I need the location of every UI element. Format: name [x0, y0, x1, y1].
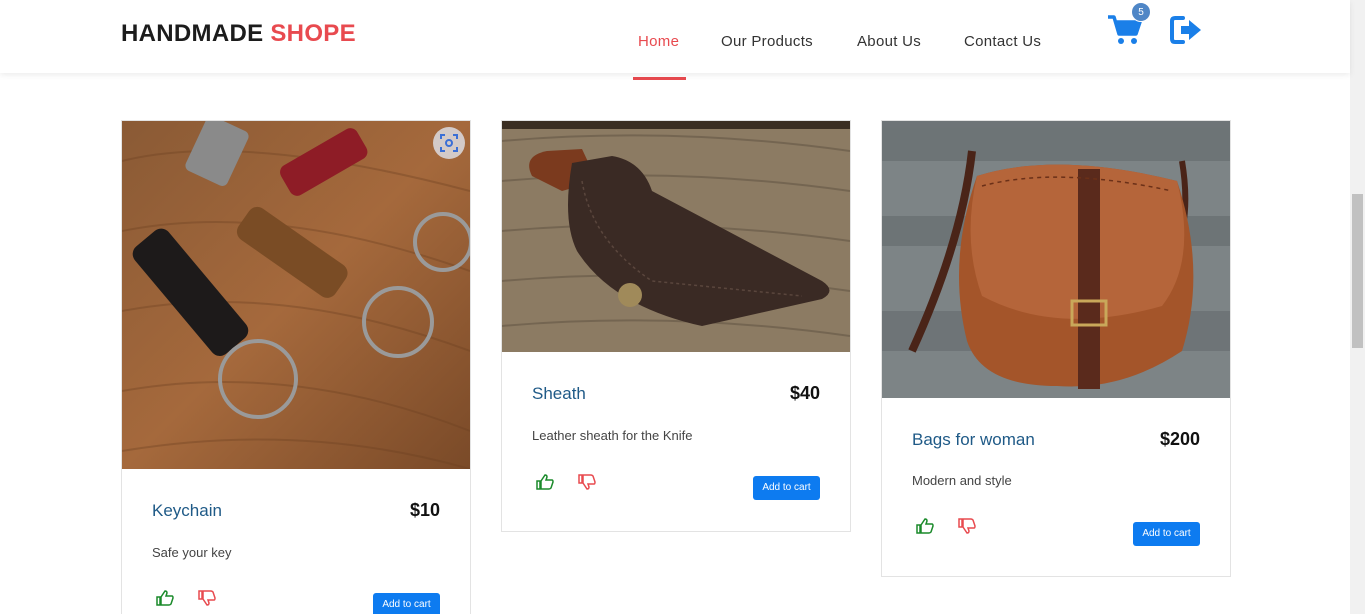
brand-logo[interactable]: HANDMADE SHOPE: [121, 20, 356, 48]
thumbs-down-icon[interactable]: [958, 518, 976, 534]
product-description: Safe your key: [152, 545, 232, 560]
product-image-bags[interactable]: [882, 121, 1230, 398]
brand-main: HANDMADE: [121, 20, 264, 47]
product-description: Modern and style: [912, 473, 1012, 488]
thumbs-down-icon[interactable]: [578, 474, 596, 490]
page-scrollbar[interactable]: [1350, 0, 1365, 614]
product-price: $200: [1159, 429, 1200, 449]
nav-our-products[interactable]: Our Products: [721, 33, 813, 50]
product-price: $10: [409, 500, 440, 520]
product-card-bags: Bags for woman $200 Modern and style Add…: [881, 120, 1231, 577]
product-description: Leather sheath for the Knife: [532, 428, 693, 443]
navbar: HANDMADE SHOPE Home Our Products About U…: [0, 0, 1350, 73]
thumbs-up-icon[interactable]: [916, 518, 934, 534]
thumbs-up-icon[interactable]: [536, 474, 554, 490]
product-title[interactable]: Keychain: [152, 501, 222, 521]
nav-about-us[interactable]: About Us: [857, 33, 921, 50]
thumbs-up-icon[interactable]: [156, 590, 174, 606]
product-price: $40: [789, 383, 820, 403]
cart-count-badge: 5: [1131, 2, 1151, 22]
add-to-cart-button[interactable]: Add to cart: [373, 593, 440, 614]
product-image-keychain[interactable]: [122, 121, 470, 469]
product-title[interactable]: Bags for woman: [912, 430, 1035, 450]
product-image-sheath[interactable]: [502, 121, 850, 352]
scrollbar-thumb[interactable]: [1352, 194, 1363, 348]
add-to-cart-button[interactable]: Add to cart: [753, 476, 820, 500]
visual-search-icon[interactable]: [433, 127, 465, 159]
add-to-cart-button[interactable]: Add to cart: [1133, 522, 1200, 546]
thumbs-down-icon[interactable]: [198, 590, 216, 606]
nav-home[interactable]: Home: [638, 33, 679, 50]
brand-accent: SHOPE: [270, 20, 356, 47]
product-card-sheath: Sheath $40 Leather sheath for the Knife …: [501, 120, 851, 532]
nav-contact-us[interactable]: Contact Us: [964, 33, 1041, 50]
nav-active-indicator: [633, 77, 686, 80]
sign-out-icon[interactable]: [1169, 14, 1203, 46]
product-card-keychain: Keychain $10 Safe your key Add to cart: [121, 120, 471, 614]
product-title[interactable]: Sheath: [532, 384, 586, 404]
